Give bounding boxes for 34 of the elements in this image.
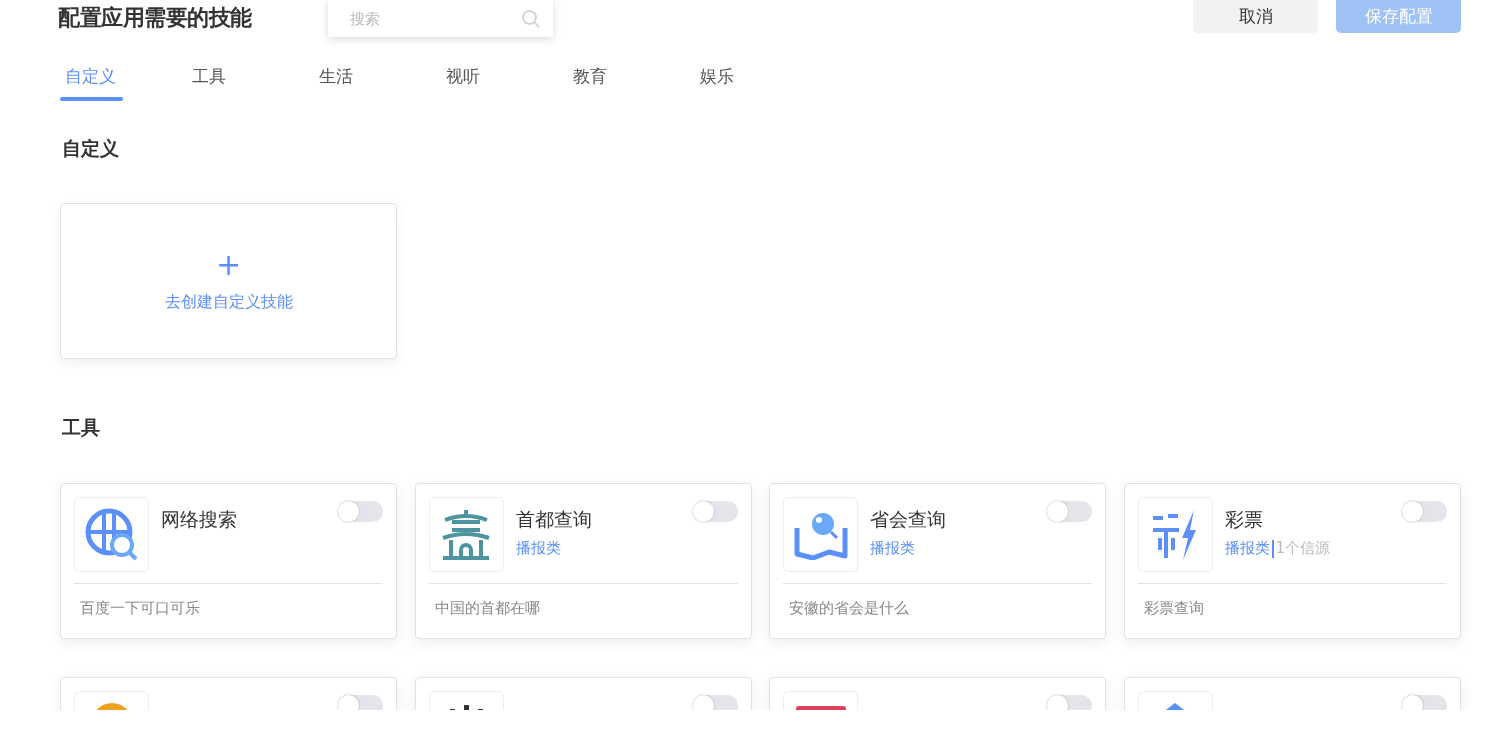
gate-tower-icon	[439, 507, 493, 562]
plus-icon: +	[215, 249, 242, 280]
skill-title: 省会查询	[870, 507, 947, 531]
cancel-button[interactable]: 取消	[1193, 0, 1318, 33]
skill-title: 网络搜索	[161, 507, 238, 531]
skill-toggle[interactable]	[1047, 695, 1092, 710]
category-tab[interactable]: 视听	[439, 65, 566, 103]
skill-toggle[interactable]	[692, 695, 738, 710]
section-heading: 自定义	[62, 136, 120, 160]
example-query: 中国的首都在哪	[433, 598, 541, 618]
skill-toggle[interactable]	[1047, 501, 1092, 522]
example-query: 彩票查询	[1142, 598, 1205, 618]
category-tab[interactable]: 娱乐	[693, 65, 820, 103]
skill-category: 播报类	[870, 539, 915, 558]
skill-title: 首都查询	[515, 507, 593, 531]
skill-category: 播报类	[1224, 539, 1270, 558]
skill-toggle[interactable]	[692, 501, 738, 522]
skill-toggle[interactable]	[1401, 695, 1447, 710]
category-tab[interactable]: 教育	[566, 65, 693, 103]
category-tab[interactable]: 生活	[312, 65, 439, 103]
example-query: 百度一下可口可乐	[79, 598, 201, 618]
skill-toggle[interactable]	[1401, 501, 1447, 522]
page-title: 配置应用需要的技能	[58, 4, 253, 32]
source-count: 1个信源	[1275, 539, 1331, 558]
globe-search-icon	[84, 507, 139, 562]
skill-title: 彩票	[1224, 507, 1264, 531]
section-heading: 工具	[62, 415, 101, 439]
search-field[interactable]: 搜索	[348, 8, 521, 29]
example-query: 安徽的省会是什么	[788, 598, 910, 618]
category-tab[interactable]: 工具	[185, 65, 312, 103]
skill-category: 播报类	[515, 539, 561, 558]
skill-toggle[interactable]	[338, 501, 383, 522]
skill-toggle[interactable]	[338, 695, 383, 710]
search-icon[interactable]	[521, 8, 541, 29]
